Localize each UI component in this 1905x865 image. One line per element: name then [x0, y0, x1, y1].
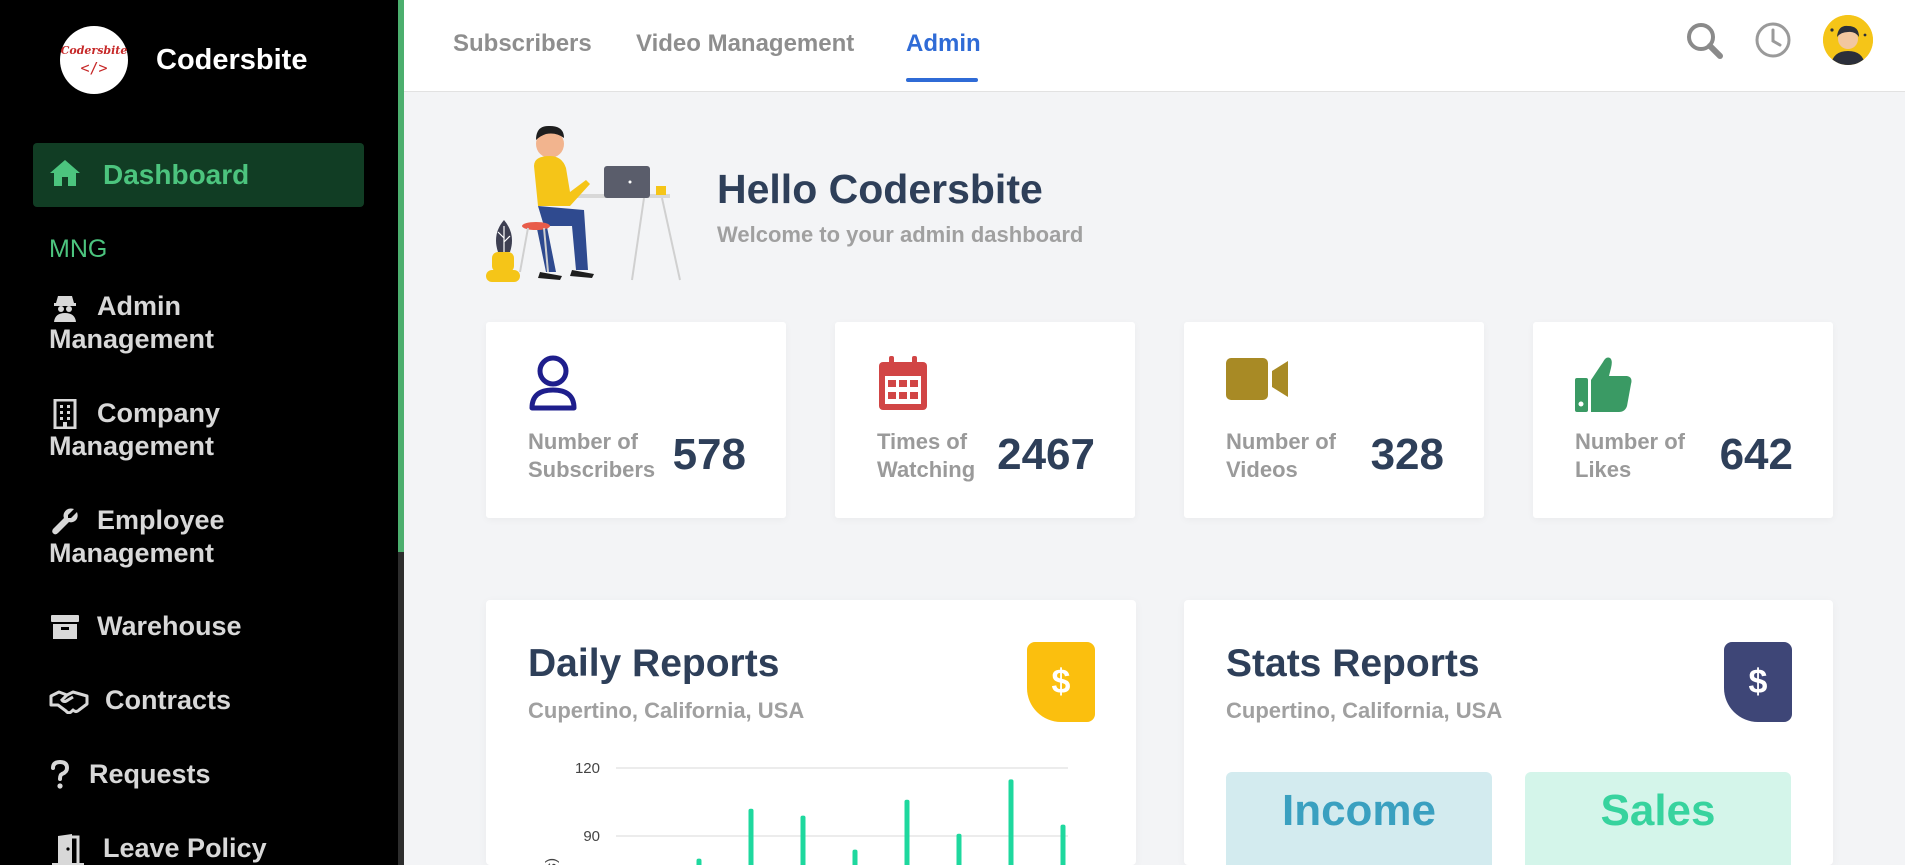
sidebar-item-label: Contracts: [105, 685, 232, 715]
sidebar-item-requests[interactable]: Requests: [49, 758, 211, 791]
stat-card-videos[interactable]: Number of Videos 328: [1184, 322, 1484, 518]
sidebar-item-label: Warehouse: [97, 611, 242, 641]
archive-box-icon: [49, 611, 81, 643]
sidebar-item-dashboard[interactable]: Dashboard: [33, 143, 364, 207]
active-tab-indicator: [906, 78, 978, 82]
tab-video-management[interactable]: Video Management: [636, 30, 854, 58]
handshake-icon: [49, 685, 89, 717]
income-tile[interactable]: Income: [1226, 772, 1492, 865]
daily-reports-title: Daily Reports: [528, 642, 780, 685]
search-icon[interactable]: [1684, 20, 1724, 60]
home-icon: [49, 158, 81, 193]
stat-label: Number of Likes: [1575, 429, 1685, 482]
sidebar-item-contracts[interactable]: Contracts: [49, 684, 231, 717]
chart-y-axis-label: (s): [544, 858, 561, 865]
chart-bar[interactable]: [1008, 779, 1014, 865]
sidebar-item-employee-management[interactable]: Employee Management: [49, 504, 225, 570]
stat-value: 642: [1719, 430, 1793, 479]
sidebar-scrollbar[interactable]: [398, 0, 404, 865]
sidebar-item-company-management[interactable]: Company Management: [49, 397, 220, 463]
daily-reports-chart: 120 90 (s): [544, 760, 1068, 865]
stat-card-likes[interactable]: Number of Likes 642: [1533, 322, 1833, 518]
stat-value: 578: [672, 430, 746, 479]
sidebar-item-label: Admin: [97, 291, 181, 321]
stat-card-watching[interactable]: Times of Watching 2467: [835, 322, 1135, 518]
tab-subscribers[interactable]: Subscribers: [453, 30, 592, 58]
avatar[interactable]: [1823, 15, 1873, 65]
sidebar-item-label-cont: Management: [49, 431, 215, 461]
door-exit-icon: [49, 833, 87, 865]
building-icon: [49, 398, 81, 430]
brand-logo-code: </>: [80, 58, 108, 77]
chart-bar[interactable]: [1060, 824, 1066, 865]
stats-reports-title: Stats Reports: [1226, 642, 1480, 685]
sidebar-item-admin-management[interactable]: Admin Management: [49, 290, 214, 356]
top-navbar: Subscribers Video Management Admin: [404, 0, 1905, 92]
daily-reports-subtitle: Cupertino, California, USA: [528, 698, 805, 723]
stats-reports-card: Stats Reports Cupertino, California, USA…: [1184, 600, 1833, 865]
dollar-badge-icon[interactable]: $: [1027, 642, 1095, 722]
user-icon: [528, 354, 588, 414]
sidebar-item-label: Leave Policy: [103, 833, 267, 863]
sidebar-item-label-cont: Management: [49, 538, 215, 568]
brand-name: Codersbite: [156, 43, 308, 76]
page-title: Hello Codersbite: [717, 166, 1043, 212]
stat-value: 2467: [997, 430, 1095, 479]
page-subtitle: Welcome to your admin dashboard: [717, 222, 1084, 247]
stats-reports-subtitle: Cupertino, California, USA: [1226, 698, 1503, 723]
sidebar-item-label: Dashboard: [103, 159, 250, 190]
user-secret-icon: [49, 291, 81, 323]
sidebar-section-title: MNG: [49, 235, 108, 263]
sidebar-item-warehouse[interactable]: Warehouse: [49, 610, 242, 643]
wrench-icon: [49, 505, 81, 537]
hero-illustration: [484, 122, 684, 292]
brand[interactable]: Codersbite </> Codersbite: [60, 26, 307, 94]
chart-bar[interactable]: [696, 858, 702, 865]
dollar-badge-icon[interactable]: $: [1724, 642, 1792, 722]
chart-bar[interactable]: [904, 799, 910, 865]
chart-y-tick-label: 90: [583, 828, 600, 845]
thumbs-up-icon: [1575, 354, 1635, 414]
chart-y-tick-label: 120: [575, 760, 600, 777]
calendar-icon: [877, 354, 937, 414]
stat-label: Number of Videos: [1226, 429, 1336, 482]
sidebar-item-label: Requests: [89, 759, 211, 789]
chart-bar[interactable]: [748, 808, 754, 865]
brand-logo-text: Codersbite: [60, 43, 128, 57]
clock-icon[interactable]: [1753, 20, 1793, 60]
video-camera-icon: [1226, 354, 1288, 414]
stat-value: 328: [1370, 430, 1444, 479]
sidebar-item-leave-policy[interactable]: Leave Policy: [49, 832, 267, 865]
chart-bar[interactable]: [800, 815, 806, 865]
stat-card-subscribers[interactable]: Number of Subscribers 578: [486, 322, 786, 518]
sidebar-item-label: Employee: [97, 505, 225, 535]
stat-label: Times of Watching: [877, 429, 976, 482]
daily-reports-card: Daily Reports Cupertino, California, USA…: [486, 600, 1136, 865]
sidebar-item-label-cont: Management: [49, 324, 215, 354]
sidebar-item-label: Company: [97, 398, 221, 428]
brand-logo: Codersbite </>: [60, 26, 128, 94]
stat-label: Number of Subscribers: [528, 429, 656, 482]
sales-tile[interactable]: Sales: [1525, 772, 1791, 865]
chart-bar[interactable]: [852, 849, 858, 865]
sidebar: Codersbite </> Codersbite Dashboard MNG …: [0, 0, 398, 865]
chart-bar[interactable]: [956, 833, 962, 865]
tab-admin[interactable]: Admin: [906, 30, 981, 58]
question-icon: [49, 759, 71, 791]
